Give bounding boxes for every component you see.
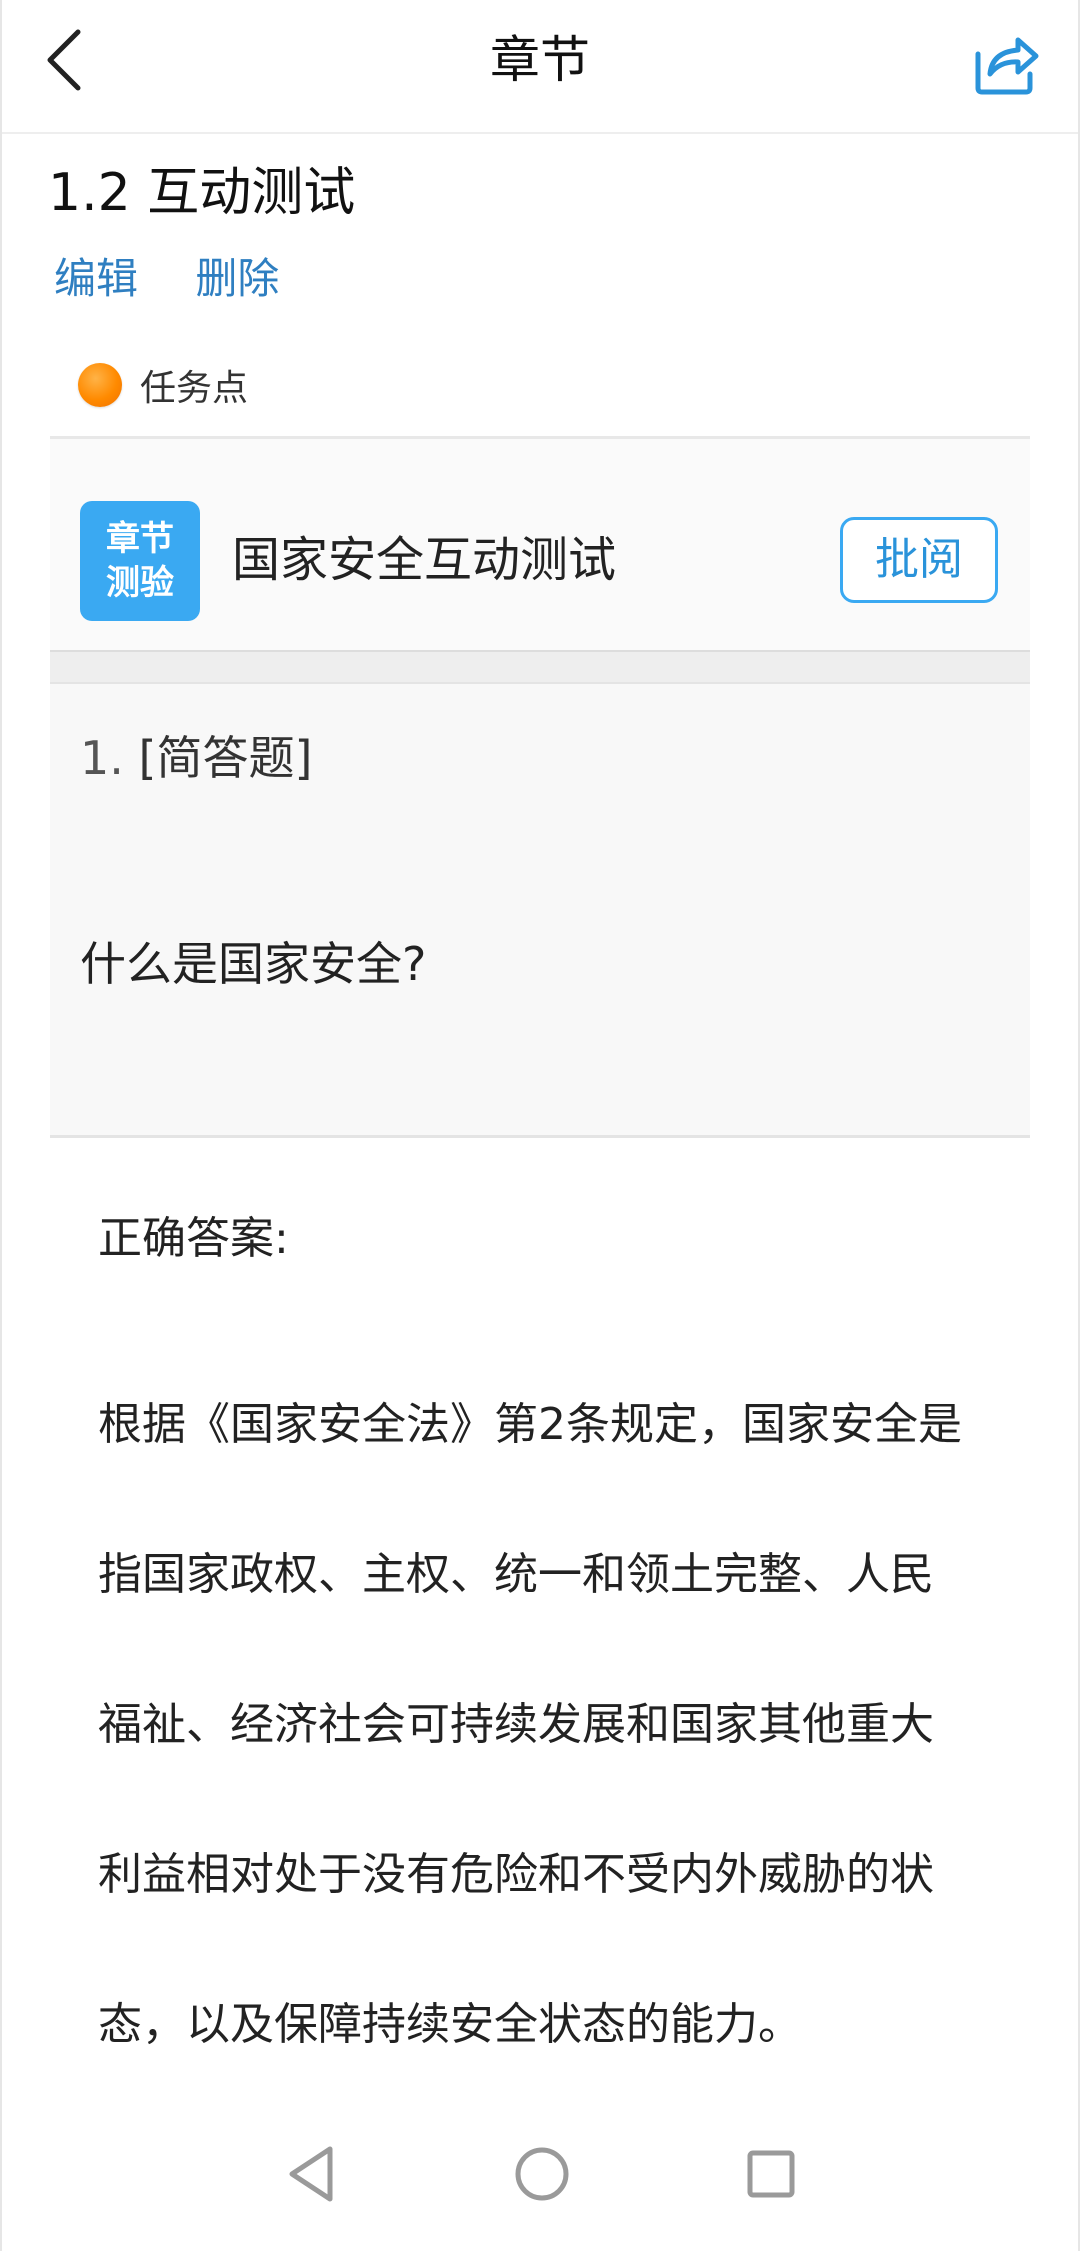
share-button[interactable]: [966, 24, 1042, 100]
task-point-indicator: 任务点: [78, 360, 248, 410]
badge-line-1: 章节: [106, 519, 174, 559]
question-header: 1. [简答题]: [80, 728, 312, 788]
question-number: 1.: [80, 731, 124, 785]
top-app-bar: 章节: [2, 0, 1078, 134]
answer-line: 指国家政权、主权、统一和领土完整、人民: [98, 1549, 934, 1600]
question-block: 1. [简答题] 什么是国家安全?: [50, 684, 1030, 1138]
task-point-label: 任务点: [140, 368, 249, 409]
question-type: [简答题]: [138, 731, 313, 785]
answer-line: 态，以及保障持续安全状态的能力。: [98, 1999, 802, 2050]
answer-line: 福祉、经济社会可持续发展和国家其他重大: [98, 1699, 934, 1750]
nav-home-button[interactable]: [507, 2139, 577, 2209]
answer-line: 利益相对处于没有危险和不受内外威胁的状: [98, 1849, 934, 1900]
badge-line-2: 测验: [106, 563, 174, 603]
question-text: 什么是国家安全?: [80, 937, 427, 991]
section-title: 1.2 互动测试: [48, 163, 356, 223]
page: 章节 1.2 互动测试 编辑 删除 任务点 章节 测验 国家安全互动测试 批阅 …: [0, 0, 1080, 2251]
quiz-title: 国家安全互动测试: [232, 532, 617, 588]
edit-link[interactable]: 编辑: [54, 254, 138, 303]
answer-text: 根据《国家安全法》第2条规定，国家安全是 指国家政权、主权、统一和领土完整、人民…: [98, 1350, 998, 2100]
answer-line: 根据《国家安全法》第2条规定，国家安全是: [98, 1399, 962, 1450]
system-navigation-bar: [2, 2101, 1078, 2251]
square-recents-icon: [747, 2150, 795, 2198]
page-title: 章节: [490, 31, 590, 89]
chevron-left-icon: [47, 29, 81, 91]
nav-back-button[interactable]: [278, 2139, 348, 2209]
task-point-dot-icon: [78, 363, 122, 407]
back-button[interactable]: [32, 22, 102, 98]
review-button[interactable]: 批阅: [840, 517, 998, 603]
answer-label: 正确答案:: [98, 1213, 289, 1264]
chapter-quiz-badge: 章节 测验: [80, 501, 200, 621]
share-icon: [975, 37, 1039, 95]
nav-recents-button[interactable]: [736, 2139, 806, 2209]
circle-home-icon: [515, 2147, 569, 2201]
triangle-back-icon: [289, 2146, 333, 2202]
divider: [50, 650, 1030, 684]
delete-link[interactable]: 删除: [195, 254, 279, 303]
quiz-card[interactable]: 章节 测验 国家安全互动测试 批阅: [50, 436, 1030, 654]
section-actions: 编辑 删除: [54, 252, 323, 306]
